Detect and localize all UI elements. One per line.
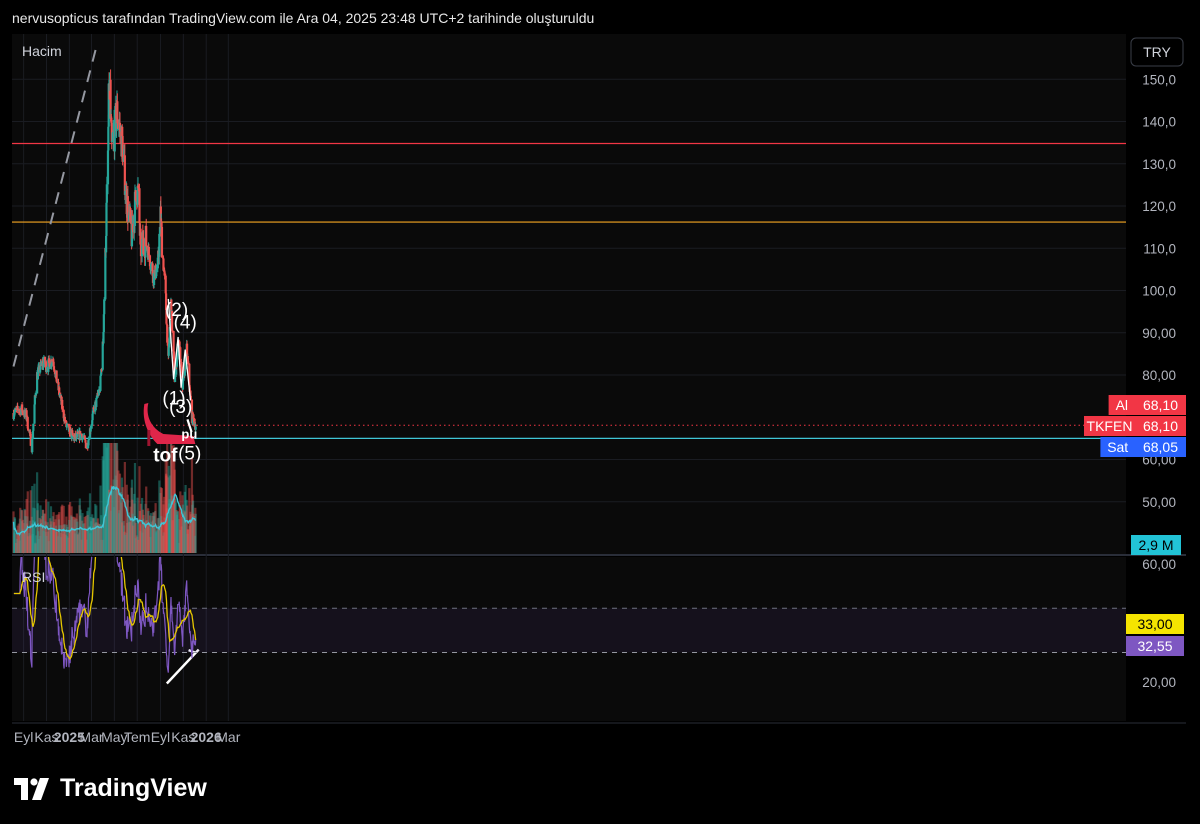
time-tick-label-9: Mar bbox=[216, 729, 240, 745]
sat-badge: Sat 68,05 bbox=[1100, 437, 1186, 457]
tkfen-badge-value: 68,10 bbox=[1143, 418, 1178, 434]
sat-badge-label: Sat bbox=[1107, 439, 1128, 455]
tradingview-logo[interactable]: TradingView bbox=[14, 774, 207, 803]
price-tick-label-7: 80,00 bbox=[1142, 368, 1176, 383]
price-tick-label-1: 140,0 bbox=[1142, 115, 1176, 130]
candle-body-159 bbox=[95, 397, 98, 407]
time-tick-label-0: Eyl bbox=[14, 729, 33, 745]
rsi-label: RSI bbox=[22, 569, 45, 585]
candle-body-279 bbox=[158, 233, 161, 257]
wave-label-3: (4) bbox=[174, 313, 197, 334]
candle-body-145 bbox=[88, 437, 91, 440]
candle-body-290 bbox=[164, 275, 167, 294]
candle-body-79 bbox=[53, 369, 56, 372]
candle-body-234 bbox=[134, 190, 137, 201]
price-tick-label-0: 150,0 bbox=[1142, 72, 1176, 87]
time-tick-label-5: Tem bbox=[124, 729, 150, 745]
volume-label: Hacim bbox=[22, 43, 62, 59]
candle-body-180 bbox=[106, 150, 110, 185]
candle-body-320 bbox=[180, 361, 183, 367]
al-badge-label: Al bbox=[1116, 397, 1128, 413]
high-heel-heel bbox=[147, 430, 151, 446]
candle-body-273 bbox=[155, 269, 158, 277]
tradingview-logo-icon bbox=[14, 777, 49, 800]
time-tick-label-6: Eyl bbox=[151, 729, 170, 745]
candle-body-174 bbox=[103, 299, 106, 315]
candle-body-69 bbox=[48, 358, 51, 363]
wave-label-5: pu bbox=[181, 426, 197, 441]
sat-badge-value: 68,05 bbox=[1143, 439, 1178, 455]
chart-canvas[interactable]: (1)(2)(3)(4)(5)putof Hacim RSI TRY 150,0… bbox=[0, 0, 1200, 760]
candle-body-173 bbox=[102, 314, 105, 333]
candle-body-83 bbox=[55, 370, 58, 382]
price-panel-bg bbox=[12, 34, 1126, 554]
candle-body-138 bbox=[84, 439, 87, 443]
candle-body-305 bbox=[172, 330, 175, 352]
price-tick-label-3: 120,0 bbox=[1142, 199, 1176, 214]
candle-body-259 bbox=[147, 246, 150, 256]
candle-body-44 bbox=[34, 393, 38, 396]
rsi-tick-label-0: 60,00 bbox=[1142, 557, 1176, 572]
price-tick-label-9: 50,00 bbox=[1142, 495, 1176, 510]
volume-badge-value: 2,9 M bbox=[1138, 537, 1173, 553]
candle-body-178 bbox=[105, 202, 108, 236]
candle-body-144 bbox=[87, 439, 90, 446]
tkfen-badge-label: TKFEN bbox=[1087, 418, 1133, 434]
candle-body-113 bbox=[71, 430, 74, 433]
rsi-badge-value: 32,55 bbox=[1137, 638, 1172, 654]
tkfen-badge: TKFEN 68,10 bbox=[1084, 416, 1186, 436]
wave-label-4: (5) bbox=[178, 444, 201, 465]
currency-label: TRY bbox=[1143, 44, 1171, 60]
rsi-ma-badge-value: 33,00 bbox=[1137, 616, 1172, 632]
al-badge-value: 68,10 bbox=[1143, 397, 1178, 413]
rsi-band-fill bbox=[12, 608, 1126, 653]
candle-body-181 bbox=[107, 126, 110, 151]
candle-body-284 bbox=[160, 226, 164, 258]
wave-label-2: (3) bbox=[169, 397, 192, 418]
price-tick-label-5: 100,0 bbox=[1142, 284, 1176, 299]
candle-body-39 bbox=[32, 423, 35, 431]
tradingview-logo-text: TradingView bbox=[60, 774, 207, 802]
rsi-tick-label-1: 20,00 bbox=[1142, 675, 1176, 690]
candle-body-36 bbox=[31, 438, 34, 453]
price-tick-label-6: 90,00 bbox=[1142, 326, 1176, 341]
candle-body-170 bbox=[101, 341, 104, 370]
candle-body-254 bbox=[145, 225, 148, 247]
price-tick-label-2: 130,0 bbox=[1142, 157, 1176, 172]
price-tick-label-4: 110,0 bbox=[1143, 241, 1176, 256]
wave-label-6: tof bbox=[153, 446, 178, 467]
al-badge: Al 68,10 bbox=[1108, 395, 1186, 415]
